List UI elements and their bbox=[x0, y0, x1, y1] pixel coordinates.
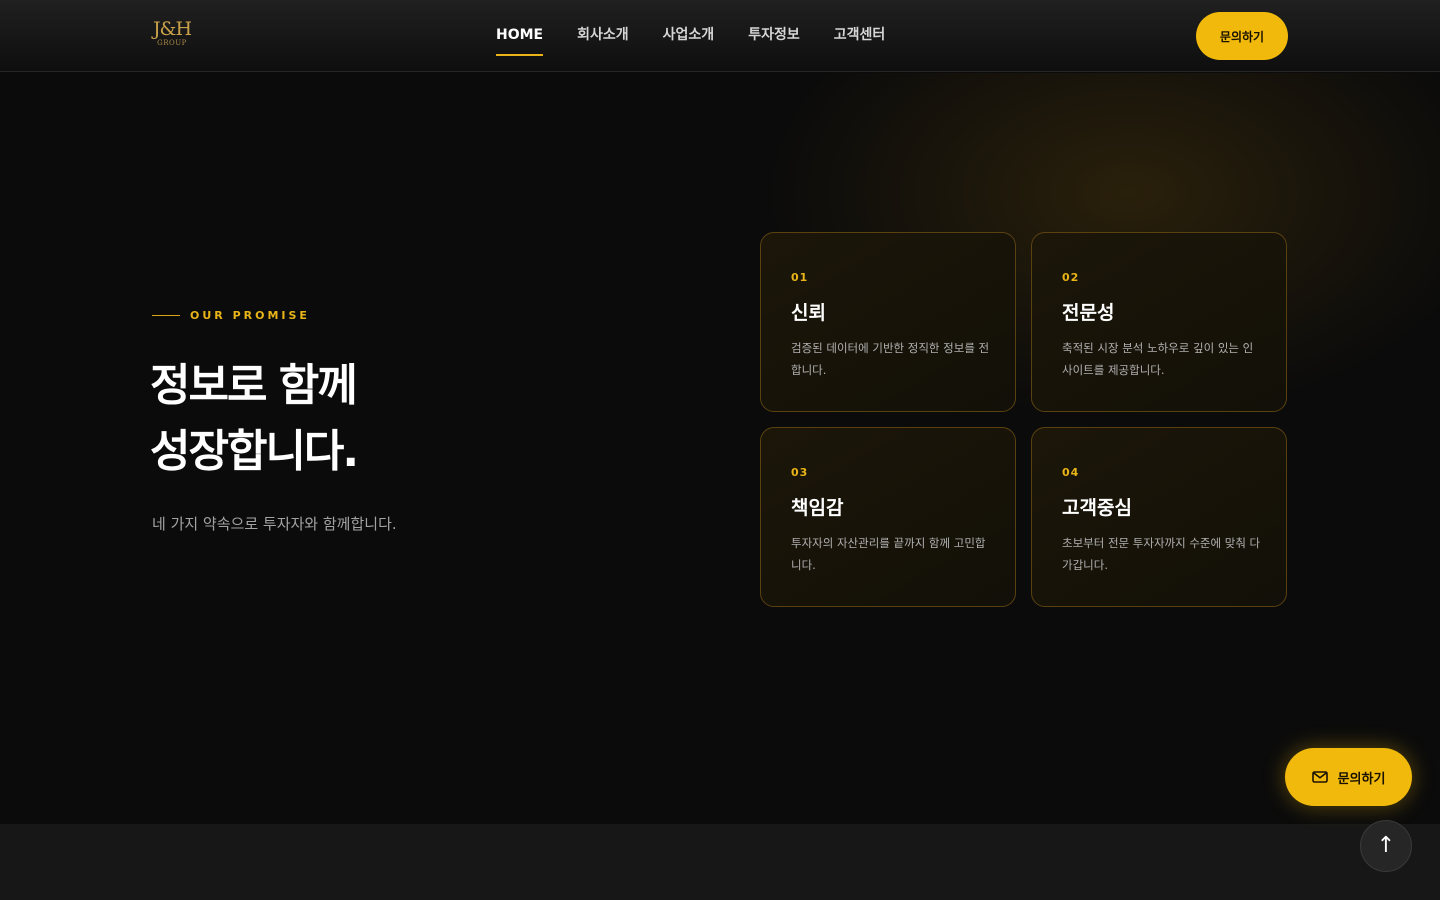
promise-card-responsibility: 03 책임감 투자자의 자산관리를 끝까지 함께 고민합니다. bbox=[760, 427, 1016, 607]
card-number: 02 bbox=[1062, 271, 1080, 284]
promise-card-customer: 04 고객중심 초보부터 전문 투자자까지 수준에 맞춰 다가갑니다. bbox=[1031, 427, 1287, 607]
card-description: 검증된 데이터에 기반한 정직한 정보를 전합니다. bbox=[791, 341, 990, 377]
card-number: 03 bbox=[791, 466, 809, 479]
arrow-up-icon: ↑ bbox=[1376, 833, 1396, 858]
card-title: 고객중심 bbox=[1062, 497, 1132, 519]
card-title: 신뢰 bbox=[791, 302, 826, 324]
mail-icon bbox=[1311, 771, 1328, 783]
scroll-top-button[interactable]: ↑ bbox=[1360, 820, 1412, 872]
header-inquiry-button[interactable]: 문의하기 bbox=[1196, 12, 1288, 60]
nav-item-company[interactable]: 회사소개 bbox=[577, 24, 629, 56]
nav-item-home[interactable]: HOME bbox=[496, 24, 544, 56]
nav-item-investment[interactable]: 투자정보 bbox=[748, 24, 800, 56]
promise-card-expertise: 02 전문성 축적된 시장 분석 노하우로 깊이 있는 인사이트를 제공합니다. bbox=[1031, 232, 1287, 412]
floating-inquiry-button[interactable]: 문의하기 bbox=[1285, 748, 1412, 806]
floating-inquiry-label: 문의하기 bbox=[1337, 771, 1386, 787]
hero-subtext: 네 가지 약속으로 투자자와 함께합니다. bbox=[152, 515, 397, 533]
card-number: 04 bbox=[1062, 466, 1080, 479]
logo[interactable]: J&H GROUP bbox=[152, 19, 192, 51]
card-description: 초보부터 전문 투자자까지 수준에 맞춰 다가갑니다. bbox=[1062, 536, 1261, 572]
site-header: J&H GROUP HOME 회사소개 사업소개 투자정보 고객센터 문의하기 bbox=[0, 0, 1440, 72]
main-nav: HOME 회사소개 사업소개 투자정보 고객센터 bbox=[496, 24, 885, 56]
nav-item-business[interactable]: 사업소개 bbox=[663, 24, 715, 56]
promise-cards: 01 신뢰 검증된 데이터에 기반한 정직한 정보를 전합니다. 02 전문성 … bbox=[760, 232, 1288, 607]
card-description: 투자자의 자산관리를 끝까지 함께 고민합니다. bbox=[791, 536, 986, 572]
nav-item-support[interactable]: 고객센터 bbox=[834, 24, 886, 56]
card-description: 축적된 시장 분석 노하우로 깊이 있는 인사이트를 제공합니다. bbox=[1062, 341, 1254, 377]
card-number: 01 bbox=[791, 271, 809, 284]
promise-card-trust: 01 신뢰 검증된 데이터에 기반한 정직한 정보를 전합니다. bbox=[760, 232, 1016, 412]
card-title: 전문성 bbox=[1062, 302, 1115, 324]
headline-line-1: 정보로 함께 bbox=[150, 360, 358, 411]
eyebrow-line bbox=[152, 315, 180, 316]
hero-section: OUR PROMISE 정보로 함께 성장합니다. 네 가지 약속으로 투자자와… bbox=[0, 73, 1440, 824]
page: J&H GROUP HOME 회사소개 사업소개 투자정보 고객센터 문의하기 … bbox=[0, 0, 1440, 900]
eyebrow-text: OUR PROMISE bbox=[190, 309, 310, 322]
headline-line-2: 성장합니다. bbox=[150, 426, 359, 477]
eyebrow: OUR PROMISE bbox=[152, 309, 310, 322]
logo-mark: J&H bbox=[152, 18, 192, 40]
hero-headline: 정보로 함께 성장합니다. bbox=[150, 353, 610, 485]
card-title: 책임감 bbox=[791, 497, 844, 519]
logo-subtext: GROUP bbox=[157, 39, 187, 47]
next-section-band bbox=[0, 824, 1440, 900]
